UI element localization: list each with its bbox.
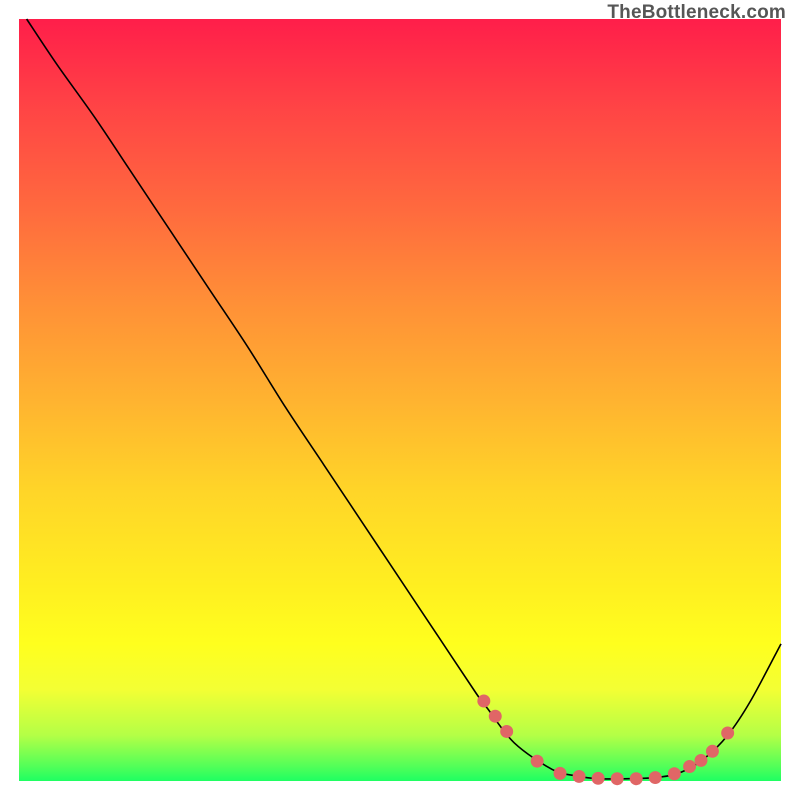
chart-svg (19, 19, 781, 781)
highlight-dot (649, 771, 662, 784)
highlight-dot (500, 725, 513, 738)
curve-layer (27, 19, 781, 779)
chart-container: TheBottleneck.com (0, 0, 800, 800)
highlight-dot (630, 772, 643, 785)
watermark-text: TheBottleneck.com (607, 2, 786, 24)
highlight-dot (721, 727, 734, 740)
highlight-dot (477, 695, 490, 708)
highlight-dot (695, 754, 708, 767)
highlight-dot (489, 710, 502, 723)
highlight-dot (611, 772, 624, 785)
highlight-dot (706, 745, 719, 758)
highlight-dots (477, 695, 734, 786)
highlight-dot (554, 767, 567, 780)
highlight-dot (683, 760, 696, 773)
highlight-dot (592, 772, 605, 785)
bottleneck-curve (27, 19, 781, 779)
highlight-dot (573, 770, 586, 783)
highlight-dot (668, 767, 681, 780)
highlight-dot (531, 755, 544, 768)
